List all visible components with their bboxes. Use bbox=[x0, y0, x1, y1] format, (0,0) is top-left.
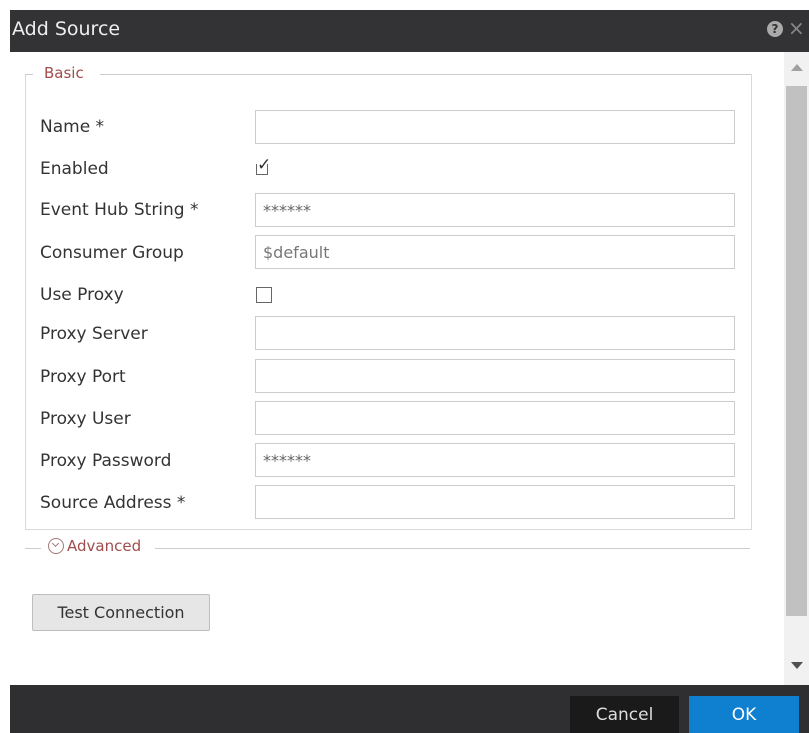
proxy-password-label: Proxy Password bbox=[40, 451, 172, 471]
advanced-divider bbox=[25, 548, 41, 549]
use-proxy-label: Use Proxy bbox=[40, 285, 124, 305]
basic-legend: Basic bbox=[40, 64, 88, 82]
test-connection-button[interactable]: Test Connection bbox=[32, 594, 210, 631]
advanced-toggle[interactable]: Advanced bbox=[67, 537, 141, 555]
proxy-port-label: Proxy Port bbox=[40, 367, 126, 387]
proxy-user-label: Proxy User bbox=[40, 409, 131, 429]
dialog-footer: Cancel OK bbox=[10, 685, 809, 733]
legend-divider bbox=[25, 74, 33, 75]
enabled-label: Enabled bbox=[40, 159, 109, 179]
source-address-label: Source Address * bbox=[40, 493, 186, 513]
scroll-thumb[interactable] bbox=[786, 86, 807, 616]
advanced-divider bbox=[155, 548, 750, 549]
ok-button[interactable]: OK bbox=[689, 696, 799, 733]
cancel-button[interactable]: Cancel bbox=[570, 696, 679, 733]
dialog-titlebar: Add Source ? × bbox=[10, 10, 809, 52]
close-icon[interactable]: × bbox=[788, 18, 809, 40]
use-proxy-checkbox[interactable] bbox=[256, 287, 272, 303]
consumer-group-input[interactable] bbox=[255, 235, 735, 269]
scroll-down-arrow-icon[interactable] bbox=[791, 662, 803, 669]
proxy-port-input[interactable] bbox=[255, 359, 735, 393]
scroll-up-arrow-icon[interactable] bbox=[791, 64, 803, 71]
help-icon[interactable]: ? bbox=[767, 21, 783, 37]
proxy-password-input[interactable] bbox=[255, 443, 735, 477]
proxy-server-input[interactable] bbox=[255, 316, 735, 350]
proxy-user-input[interactable] bbox=[255, 401, 735, 435]
enabled-checkbox[interactable]: ✓ bbox=[256, 156, 271, 175]
add-source-dialog: Add Source ? × Basic Name * Enabled ✓ Ev… bbox=[10, 10, 809, 733]
legend-divider bbox=[100, 74, 751, 75]
chevron-circle-down-icon[interactable] bbox=[48, 538, 64, 554]
name-label: Name * bbox=[40, 117, 105, 137]
name-input[interactable] bbox=[255, 110, 735, 144]
proxy-server-label: Proxy Server bbox=[40, 324, 148, 344]
event-hub-string-input[interactable] bbox=[255, 193, 735, 227]
source-address-input[interactable] bbox=[255, 485, 735, 519]
consumer-group-label: Consumer Group bbox=[40, 243, 184, 263]
vertical-scrollbar[interactable] bbox=[784, 52, 809, 685]
event-hub-string-label: Event Hub String * bbox=[40, 200, 199, 220]
dialog-title: Add Source bbox=[12, 18, 121, 40]
dialog-content: Basic Name * Enabled ✓ Event Hub String … bbox=[10, 52, 784, 685]
checkbox-frame bbox=[256, 164, 268, 175]
